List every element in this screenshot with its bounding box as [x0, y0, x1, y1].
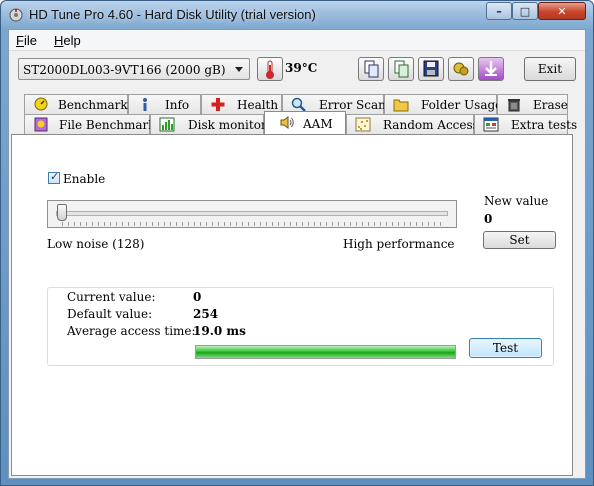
new-value: 0 — [484, 212, 493, 226]
thermometer-icon — [266, 60, 274, 79]
drive-select[interactable]: ST2000DL003-9VT166 (2000 gB) — [18, 58, 250, 80]
random-access-icon — [355, 117, 371, 132]
health-icon — [211, 98, 225, 111]
default-value: 254 — [193, 307, 219, 321]
copy-info-button[interactable] — [358, 57, 384, 81]
tab-random-access[interactable]: Random Access — [346, 114, 479, 134]
window-title: HD Tune Pro 4.60 - Hard Disk Utility (tr… — [29, 7, 316, 22]
current-value: 0 — [193, 290, 202, 304]
menu-file[interactable]: File — [16, 33, 37, 48]
tab-info[interactable]: Info — [128, 94, 201, 114]
current-value-label: Current value: — [67, 290, 156, 304]
test-progress-bar — [195, 345, 456, 359]
download-button[interactable] — [478, 57, 504, 81]
progress-fill — [196, 346, 455, 358]
maximize-icon: □ — [519, 4, 531, 18]
new-value-label: New value — [484, 194, 549, 208]
tab-error-scan-label: Error Scan — [319, 98, 386, 112]
maximize-button[interactable]: □ — [512, 2, 538, 20]
tab-erase[interactable]: Erase — [497, 94, 568, 114]
tab-disk-monitor[interactable]: Disk monitor — [150, 114, 267, 134]
default-value-label: Default value: — [67, 307, 153, 321]
menu-help-label: elp — [63, 33, 81, 48]
slider-ticks — [62, 222, 442, 226]
title-bar[interactable]: HD Tune Pro 4.60 - Hard Disk Utility (tr… — [1, 1, 593, 29]
tab-aam-label: AAM — [303, 117, 333, 131]
options-icon — [453, 62, 469, 76]
average-access-time: 19.0 ms — [193, 324, 246, 338]
floppy-icon — [423, 60, 439, 77]
erase-icon — [508, 99, 520, 112]
close-icon: ✕ — [557, 4, 567, 18]
menu-file-accel: F — [16, 33, 24, 48]
options-button[interactable] — [448, 57, 474, 81]
tab-benchmark-label: Benchmark — [58, 98, 128, 112]
high-performance-label: High performance — [343, 237, 455, 251]
tab-info-label: Info — [165, 98, 190, 112]
tab-aam[interactable]: AAM — [264, 111, 346, 134]
enable-checkbox[interactable] — [48, 170, 60, 184]
download-arrow-icon — [485, 61, 497, 76]
tab-extra-tests[interactable]: Extra tests — [474, 114, 577, 134]
tab-folder-usage-label: Folder Usage — [421, 98, 503, 112]
slider-thumb[interactable] — [57, 204, 67, 221]
extra-tests-icon — [483, 117, 499, 132]
minimize-icon: – — [496, 4, 502, 18]
disk-monitor-icon — [159, 117, 175, 132]
low-noise-label: Low noise (128) — [47, 237, 145, 251]
menu-bar: File Help — [9, 30, 585, 51]
file-benchmark-icon — [34, 117, 48, 132]
copy-icon — [364, 60, 379, 78]
benchmark-icon — [34, 97, 48, 111]
tab-folder-usage[interactable]: Folder Usage — [384, 94, 502, 114]
chevron-down-icon — [235, 67, 243, 72]
aam-panel: Enable Low noise (128) High performance … — [11, 134, 573, 476]
menu-file-label: ile — [23, 33, 37, 48]
test-button[interactable]: Test — [469, 338, 542, 358]
save-button[interactable] — [418, 57, 444, 81]
tab-health-label: Health — [237, 98, 279, 112]
error-scan-icon — [291, 97, 306, 112]
minimize-button[interactable]: – — [486, 2, 512, 20]
info-icon — [143, 98, 147, 111]
tab-extra-tests-label: Extra tests — [511, 118, 578, 132]
menu-help-accel: H — [54, 33, 64, 48]
tab-disk-monitor-label: Disk monitor — [188, 118, 267, 132]
copy-screen-button[interactable] — [388, 57, 414, 81]
tab-random-access-label: Random Access — [383, 118, 479, 132]
average-access-time-label: Average access time: — [67, 324, 196, 338]
enable-label: Enable — [63, 172, 106, 186]
menu-help[interactable]: Help — [54, 33, 81, 48]
set-button[interactable]: Set — [483, 231, 556, 249]
copy-screenshot-icon — [394, 60, 409, 78]
close-button[interactable]: ✕ — [538, 2, 586, 20]
drive-select-value: ST2000DL003-9VT166 (2000 gB) — [23, 63, 226, 77]
aam-slider[interactable] — [47, 200, 457, 228]
exit-button[interactable]: Exit — [524, 57, 576, 81]
tab-file-benchmark[interactable]: File Benchmark — [24, 114, 156, 134]
tab-file-benchmark-label: File Benchmark — [59, 118, 156, 132]
toolbar: ST2000DL003-9VT166 (2000 gB) 39°C Exit — [9, 51, 585, 89]
speaker-icon — [280, 116, 294, 129]
tab-erase-label: Erase — [533, 98, 568, 112]
app-icon — [9, 8, 23, 22]
slider-track — [56, 211, 448, 216]
tab-benchmark[interactable]: Benchmark — [24, 94, 128, 114]
temperature-readout: 39°C — [285, 61, 318, 75]
temperature-button[interactable] — [257, 57, 283, 81]
folder-icon — [393, 99, 409, 112]
